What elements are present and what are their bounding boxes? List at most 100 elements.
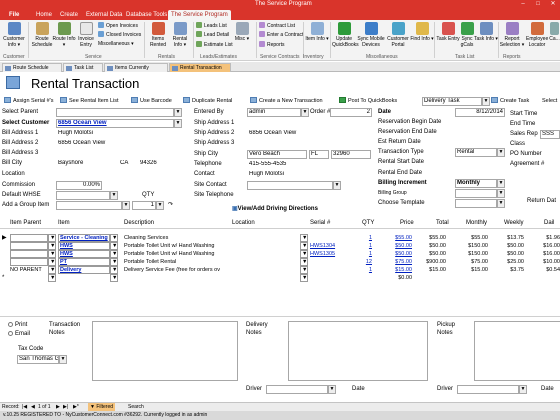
duplicate-rental-button[interactable]: Duplicate Rental (183, 96, 232, 106)
chevron-down-icon[interactable]: ▼ (110, 234, 118, 242)
chevron-down-icon[interactable]: ▼ (482, 97, 490, 106)
contact-field[interactable]: Hugh Molotsi (247, 170, 371, 179)
create-transaction-button[interactable]: Create a New Transaction (250, 96, 323, 106)
cell-serial[interactable] (310, 258, 350, 266)
tab-create[interactable]: Create (57, 10, 81, 20)
chevron-down-icon[interactable]: ▼ (174, 119, 182, 128)
group-qty-field[interactable]: 1 (132, 201, 156, 210)
cell-item[interactable]: PT (58, 258, 110, 266)
close-icon[interactable]: ✕ (546, 0, 560, 9)
default-whse-field[interactable] (56, 191, 110, 200)
cell-daily[interactable]: $1.96 (528, 234, 560, 242)
transaction-type-field[interactable]: Rental (455, 148, 497, 157)
chevron-down-icon[interactable]: ▼ (300, 242, 308, 250)
tax-code-field[interactable]: San Thomas G (17, 355, 59, 364)
print-option[interactable]: Print (8, 321, 27, 330)
cell-description[interactable]: Portable Toilet Rental (124, 258, 228, 266)
tab-home[interactable]: Home (33, 10, 55, 20)
est-return-field[interactable] (455, 138, 505, 147)
chevron-down-icon[interactable]: ▼ (110, 274, 118, 282)
estimate-list-button[interactable]: Estimate List (196, 41, 233, 49)
rental-end-field[interactable] (455, 169, 505, 178)
contract-list-button[interactable]: Contract List (259, 22, 295, 30)
commission-field[interactable]: 0.00% (56, 181, 102, 190)
cell-parent[interactable] (10, 258, 48, 266)
cell-qty[interactable]: 12 (352, 258, 372, 266)
chevron-down-icon[interactable]: ▼ (48, 266, 56, 274)
select-button[interactable]: Select (542, 96, 557, 106)
entered-by-field[interactable]: admin (247, 108, 301, 117)
chevron-down-icon[interactable]: ▼ (48, 234, 56, 242)
see-rental-list-button[interactable]: See Rental Item List (60, 96, 119, 106)
chevron-down-icon[interactable]: ▼ (110, 266, 118, 274)
billing-increment-field[interactable]: Monthly (455, 179, 497, 188)
post-quickbooks-button[interactable]: Post To QuickBooks (339, 96, 397, 106)
cell-daily[interactable]: $10.00 (528, 258, 560, 266)
task-type-select[interactable]: Delivery Task (422, 97, 482, 106)
cell-weekly[interactable]: $3.75 (490, 266, 524, 274)
report-selection-button[interactable]: Report Selection ▾ (499, 21, 525, 48)
route-schedule-button[interactable]: Route Schedule (30, 21, 54, 48)
cell-qty[interactable]: 1 (352, 250, 372, 258)
minimize-icon[interactable]: – (516, 0, 530, 9)
rental-start-field[interactable] (455, 158, 505, 167)
cell-item[interactable]: HWS (58, 242, 110, 250)
items-rented-button[interactable]: Items Rented (146, 21, 170, 48)
chevron-down-icon[interactable]: ▼ (48, 274, 56, 282)
location-field[interactable] (56, 170, 182, 179)
chevron-down-icon[interactable]: ▼ (300, 258, 308, 266)
chevron-down-icon[interactable]: ▼ (301, 108, 309, 117)
doc-tab-route-schedule[interactable]: Route Schedule (2, 63, 62, 72)
pickup-driver-field[interactable] (457, 385, 519, 394)
billing-group-field[interactable] (455, 189, 497, 198)
search-field[interactable]: Search (128, 403, 144, 411)
table-row[interactable]: ▶ ▼ Service - Cleaning ▼ Cleaning Servic… (0, 234, 560, 242)
delivery-date-field[interactable] (368, 385, 428, 394)
cell-daily[interactable]: $0.54 (528, 266, 560, 274)
chevron-down-icon[interactable]: ▼ (300, 274, 308, 282)
cell-parent[interactable] (10, 250, 48, 258)
route-info-button[interactable]: Route Info ▾ (52, 21, 76, 48)
chevron-down-icon[interactable]: ▼ (174, 108, 182, 117)
cell-serial[interactable] (310, 234, 350, 242)
bill-address-1-field[interactable]: Hugh Molotsi (56, 129, 182, 138)
tab-external-data[interactable]: External Data (83, 10, 125, 20)
cell-price[interactable]: $15.00 (380, 266, 412, 274)
group-item-field[interactable] (56, 201, 122, 210)
cell-weekly[interactable]: $50.00 (490, 250, 524, 258)
cell-description[interactable]: Delivery Service Fee (free for orders ov (124, 266, 228, 274)
ship-state-field[interactable]: FL (309, 150, 329, 159)
assign-serial-button[interactable]: Assign Serial #'s (4, 96, 54, 106)
table-row[interactable]: ▼ PT ▼ Portable Toilet Rental ▼ 12 $75.0… (0, 258, 560, 266)
cell-monthly[interactable]: $150.00 (452, 250, 488, 258)
date-field[interactable]: 8/12/2014 (455, 108, 505, 117)
create-task-button[interactable]: Create Task (491, 96, 529, 106)
last-record-icon[interactable]: ▶| (63, 403, 68, 411)
cell-item[interactable]: Service - Cleaning (58, 234, 110, 242)
row-selector-icon[interactable]: ▶ (2, 234, 7, 242)
new-record-icon[interactable]: ▶* (73, 403, 79, 411)
doc-tab-task-list[interactable]: Task List (63, 63, 103, 72)
pickup-notes-field[interactable] (474, 321, 560, 381)
miscellaneous-button[interactable]: Miscellaneous ▾ (98, 41, 134, 48)
task-info-button[interactable]: Task Info ▾ (474, 21, 498, 42)
cell-price[interactable]: $55.00 (380, 234, 412, 242)
chevron-down-icon[interactable]: ▼ (156, 201, 164, 210)
customer-portal-button[interactable]: Customer Portal (386, 21, 410, 48)
cell-price[interactable]: $50.00 (380, 242, 412, 250)
ship-address-2-field[interactable]: 6856 Ocean View (247, 129, 371, 138)
cell-item[interactable]: HWS (58, 250, 110, 258)
chevron-down-icon[interactable]: ▼ (497, 179, 505, 188)
invoice-entry-button[interactable]: Invoice Entry (74, 21, 98, 48)
select-parent-field[interactable] (56, 108, 174, 117)
chevron-down-icon[interactable]: ▼ (59, 355, 67, 364)
overflow-button[interactable]: Ca... (549, 21, 560, 42)
doc-tab-rental-transaction[interactable]: Rental Transaction (169, 63, 231, 72)
site-telephone-field[interactable] (247, 191, 333, 200)
first-record-icon[interactable]: |◀ (22, 403, 27, 411)
select-customer-field[interactable]: 6856 Ocean View (56, 119, 174, 128)
chevron-down-icon[interactable]: ▼ (110, 258, 118, 266)
cell-qty[interactable]: 1 (352, 234, 372, 242)
sales-rep-field[interactable]: SSS (540, 130, 560, 139)
ship-address-1-field[interactable] (247, 119, 371, 128)
